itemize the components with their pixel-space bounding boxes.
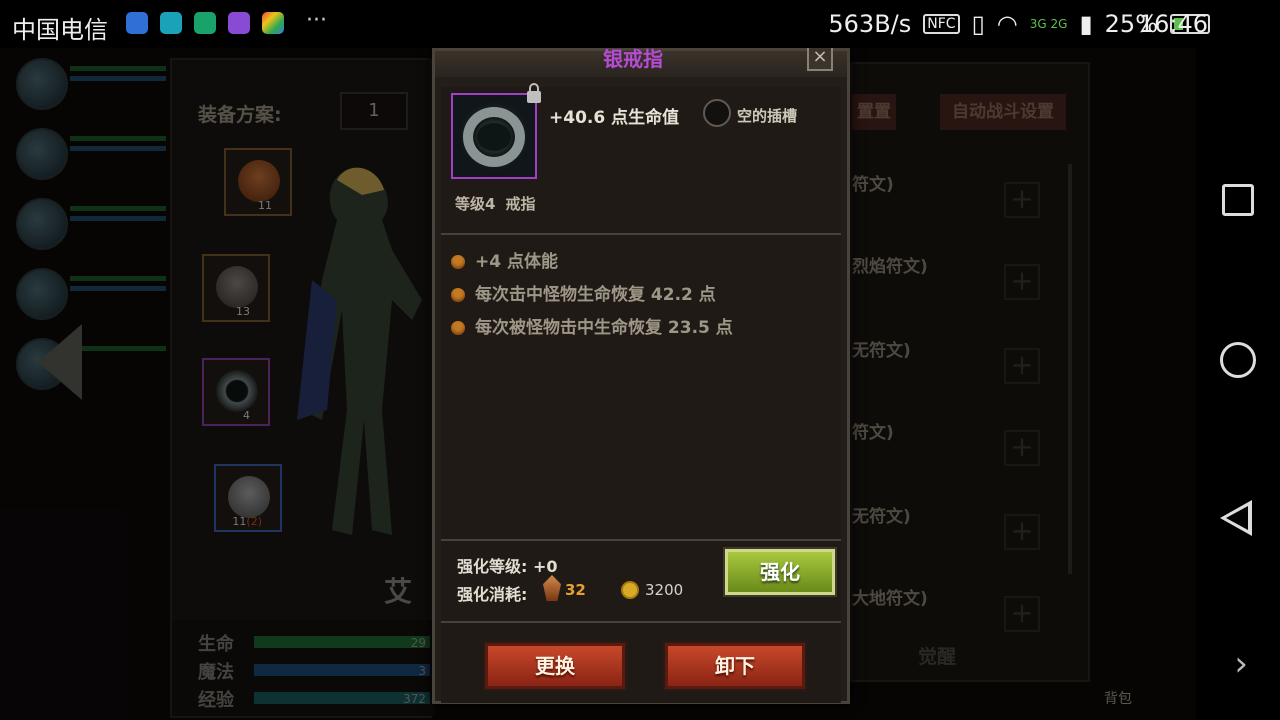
clock: 16:46 — [1138, 10, 1208, 38]
attribute-bullet-icon — [451, 288, 465, 302]
bag-button[interactable]: 背包 — [1104, 688, 1132, 708]
empty-socket-label: 空的插槽 — [737, 107, 798, 125]
attribute-row: 每次被怪物击中生命恢复 23.5 点 — [451, 313, 733, 338]
game-screen: 装备方案: 1 11 13 4 11(2) 艾 生命 29 魔法 3 经验 37… — [0, 48, 1196, 720]
replace-button[interactable]: 更换 — [485, 643, 625, 689]
item-level: 等级4 — [455, 195, 496, 213]
security-icon — [194, 12, 216, 34]
network-type: 3G 2G — [1029, 17, 1068, 31]
play-store-icon — [262, 12, 284, 34]
item-main-stat: +40.6 点生命值 — [549, 108, 680, 128]
recent-apps-button[interactable] — [1222, 184, 1254, 216]
enhance-level: 强化等级: +0 — [457, 557, 558, 576]
sim-icon: ▮ — [1079, 10, 1093, 38]
gem-icon — [543, 575, 561, 601]
gold-cost: 3200 — [645, 581, 684, 599]
nfc-icon: NFC — [923, 14, 960, 34]
attribute-bullet-icon — [451, 255, 465, 269]
empty-socket-icon[interactable] — [703, 99, 731, 127]
divider — [441, 539, 841, 541]
carrier-label: 中国电信 — [12, 16, 108, 44]
status-bar: 中国电信 ··· 563B/s NFC ▯ ◠ 3G 2G ▮ 25% 16:4… — [0, 0, 1280, 48]
more-notifications-icon: ··· — [306, 8, 327, 33]
divider — [441, 233, 841, 235]
wifi-icon: ◠ — [996, 10, 1018, 38]
item-icon — [451, 93, 537, 179]
attribute-row: +4 点体能 — [451, 247, 558, 272]
back-button[interactable] — [1220, 500, 1252, 536]
lock-icon[interactable] — [527, 83, 541, 103]
notification-icons — [126, 12, 284, 34]
system-nav-bar: › — [1196, 48, 1280, 720]
net-speed: 563B/s — [828, 10, 912, 38]
shield-app-icon — [126, 12, 148, 34]
gem-cost: 32 — [565, 581, 586, 599]
dialog-body: +40.6 点生命值 空的插槽 等级4 戒指 +4 点体能 每次击中怪物生命恢复 … — [441, 83, 841, 703]
item-type: 戒指 — [505, 195, 536, 213]
unequip-button[interactable]: 卸下 — [665, 643, 805, 689]
attribute-bullet-icon — [451, 321, 465, 335]
close-button[interactable]: × — [807, 48, 833, 71]
enhance-button[interactable]: 强化 — [725, 549, 835, 595]
item-meta: 等级4 戒指 — [455, 193, 535, 214]
item-detail-dialog: 银戒指 × +40.6 点生命值 空的插槽 等级4 戒指 +4 点体能 每次击中怪… — [432, 48, 850, 704]
enhance-cost-label: 强化消耗: — [457, 585, 528, 604]
home-button[interactable] — [1220, 342, 1256, 378]
dialog-title: 银戒指 — [603, 48, 663, 71]
chevron-right-icon[interactable]: › — [1234, 644, 1248, 684]
gold-coin-icon — [621, 581, 639, 599]
vibrate-icon: ▯ — [971, 10, 985, 38]
taptap-icon — [160, 12, 182, 34]
attribute-row: 每次击中怪物生命恢复 42.2 点 — [451, 280, 716, 305]
gallery-icon — [228, 12, 250, 34]
divider — [441, 621, 841, 623]
